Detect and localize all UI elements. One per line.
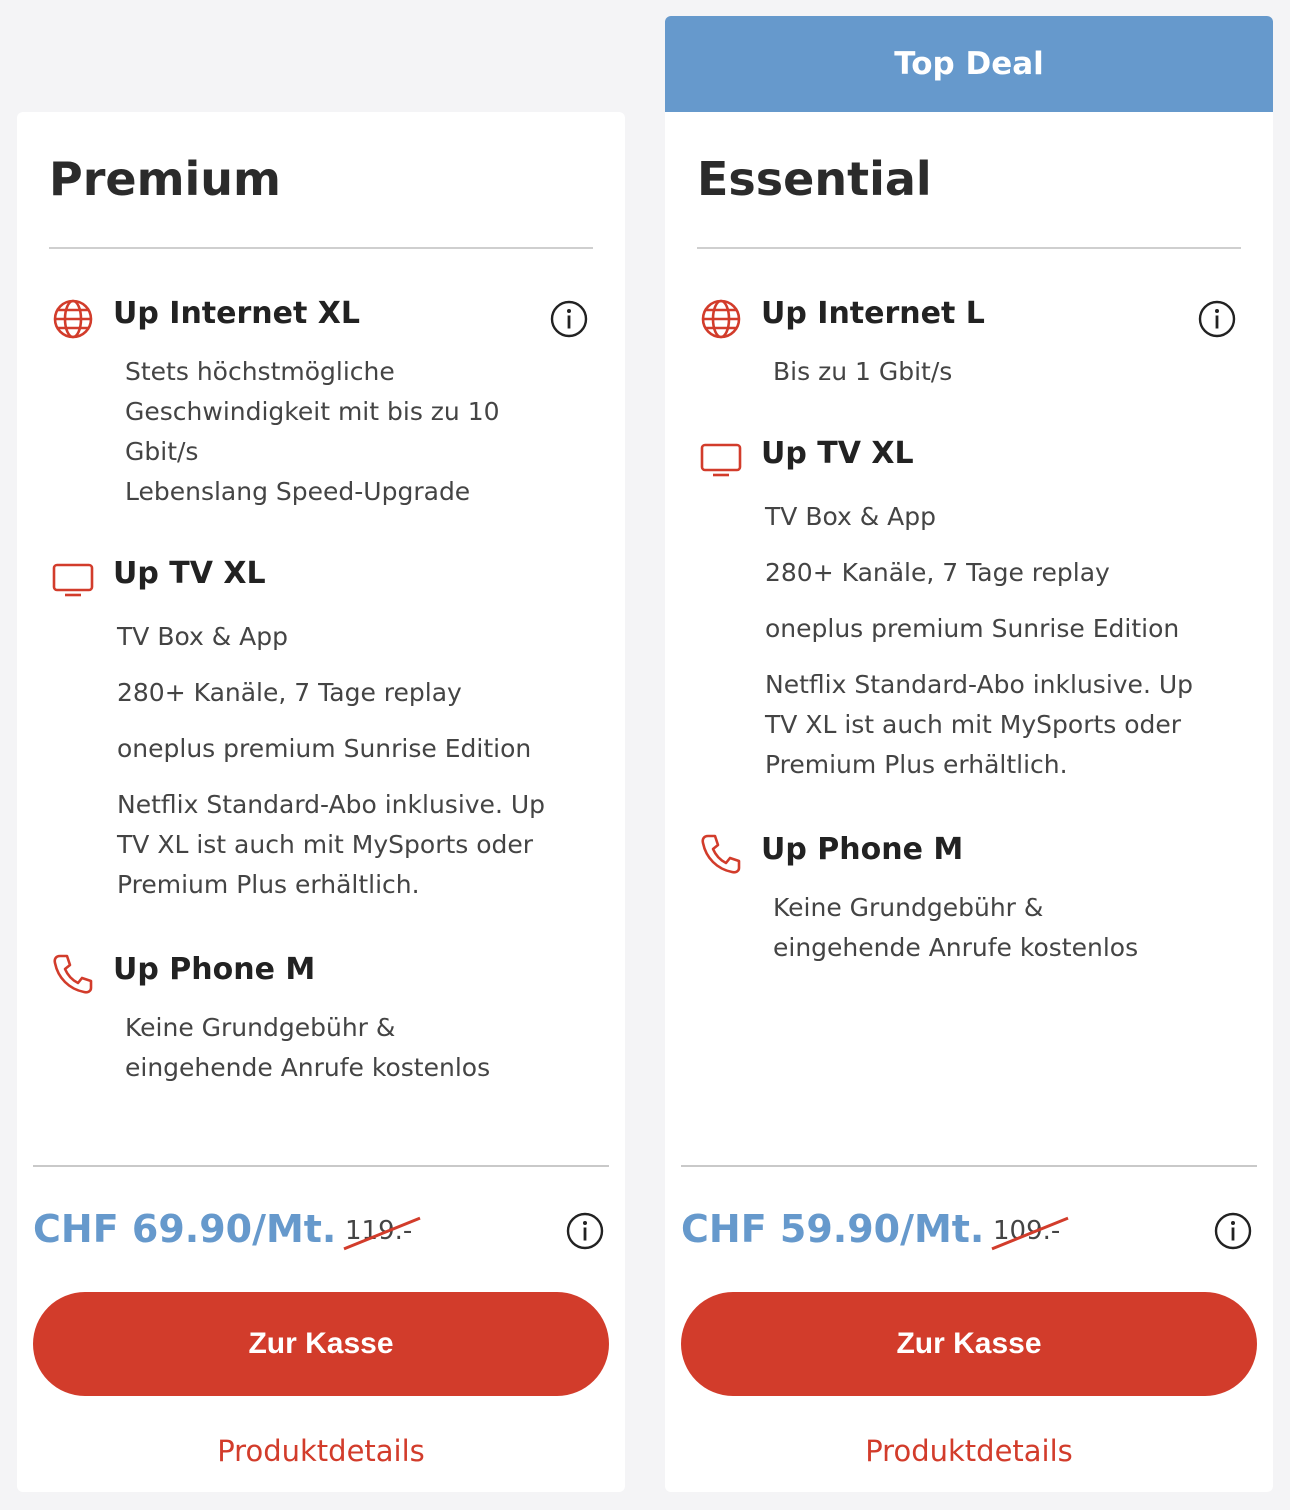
tv-icon [52, 563, 94, 597]
globe-icon [701, 299, 741, 339]
product-details-link[interactable]: Produktdetails [665, 1434, 1273, 1468]
feature-line: Gbit/s [125, 437, 199, 466]
feature-line: Keine Grundgebühr & [773, 893, 1044, 922]
feature-title-phone: Up Phone M [113, 952, 316, 987]
feature-line: oneplus premium Sunrise Edition [765, 614, 1180, 643]
price: CHF 59.90/Mt. [681, 1207, 985, 1251]
feature-line: Premium Plus erhältlich. [117, 870, 420, 899]
feature-line: oneplus premium Sunrise Edition [117, 734, 532, 763]
plan-title: Essential [697, 152, 932, 206]
feature-line: Lebenslang Speed-Upgrade [125, 477, 471, 506]
old-price: 109.- [991, 1216, 1069, 1251]
feature-description: Keine Grundgebühr & eingehende Anrufe ko… [125, 1008, 490, 1088]
info-icon[interactable] [565, 1211, 605, 1251]
checkout-button[interactable]: Zur Kasse [681, 1292, 1257, 1396]
divider [697, 247, 1241, 249]
product-details-link[interactable]: Produktdetails [17, 1434, 625, 1468]
feature-line: TV Box & App [117, 622, 289, 651]
feature-line: TV Box & App [765, 502, 937, 531]
feature-line: Keine Grundgebühr & [125, 1013, 396, 1042]
feature-line: 280+ Kanäle, 7 Tage replay [117, 678, 462, 707]
feature-description: Netflix Standard-Abo inklusive. Up TV XL… [117, 785, 545, 905]
globe-icon [53, 299, 93, 339]
feature-description: Netflix Standard-Abo inklusive. Up TV XL… [765, 665, 1193, 785]
plan-title: Premium [49, 152, 281, 206]
plan-card-essential: Essential Up Internet L Bis zu 1 Gbit/s … [665, 112, 1273, 1492]
phone-icon [701, 834, 741, 874]
top-deal-label: Top Deal [894, 46, 1044, 82]
feature-title-tv: Up TV XL [761, 436, 914, 471]
feature-line: Stets höchstmögliche [125, 357, 395, 386]
top-deal-banner: Top Deal [665, 16, 1273, 112]
feature-line: Premium Plus erhältlich. [765, 750, 1068, 779]
feature-line: TV XL ist auch mit MySports oder [117, 830, 534, 859]
divider [681, 1165, 1257, 1167]
info-icon[interactable] [1197, 299, 1237, 339]
plan-card-premium: Premium Up Internet XL Stets höchstmögli… [17, 112, 625, 1492]
price: CHF 69.90/Mt. [33, 1207, 337, 1251]
feature-line: Netflix Standard-Abo inklusive. Up [117, 790, 546, 819]
feature-line: eingehende Anrufe kostenlos [773, 933, 1139, 962]
info-icon[interactable] [549, 299, 589, 339]
feature-title-phone: Up Phone M [761, 832, 964, 867]
feature-description: Keine Grundgebühr & eingehende Anrufe ko… [773, 888, 1138, 968]
feature-line: TV XL ist auch mit MySports oder [765, 710, 1182, 739]
tv-icon [700, 443, 742, 477]
feature-description: Bis zu 1 Gbit/s [773, 352, 952, 392]
divider [33, 1165, 609, 1167]
feature-line: Geschwindigkeit mit bis zu 10 [125, 397, 500, 426]
phone-icon [53, 954, 93, 994]
feature-line: Bis zu 1 Gbit/s [773, 357, 953, 386]
feature-description: Stets höchstmögliche Geschwindigkeit mit… [125, 352, 500, 512]
feature-line: eingehende Anrufe kostenlos [125, 1053, 491, 1082]
feature-title-internet: Up Internet L [761, 296, 985, 331]
feature-title-internet: Up Internet XL [113, 296, 361, 331]
feature-line: Netflix Standard-Abo inklusive. Up [765, 670, 1194, 699]
feature-title-tv: Up TV XL [113, 556, 266, 591]
checkout-label: Zur Kasse [248, 1327, 394, 1360]
checkout-button[interactable]: Zur Kasse [33, 1292, 609, 1396]
old-price: 119.- [343, 1216, 421, 1251]
checkout-label: Zur Kasse [896, 1327, 1042, 1360]
feature-line: 280+ Kanäle, 7 Tage replay [765, 558, 1110, 587]
divider [49, 247, 593, 249]
info-icon[interactable] [1213, 1211, 1253, 1251]
